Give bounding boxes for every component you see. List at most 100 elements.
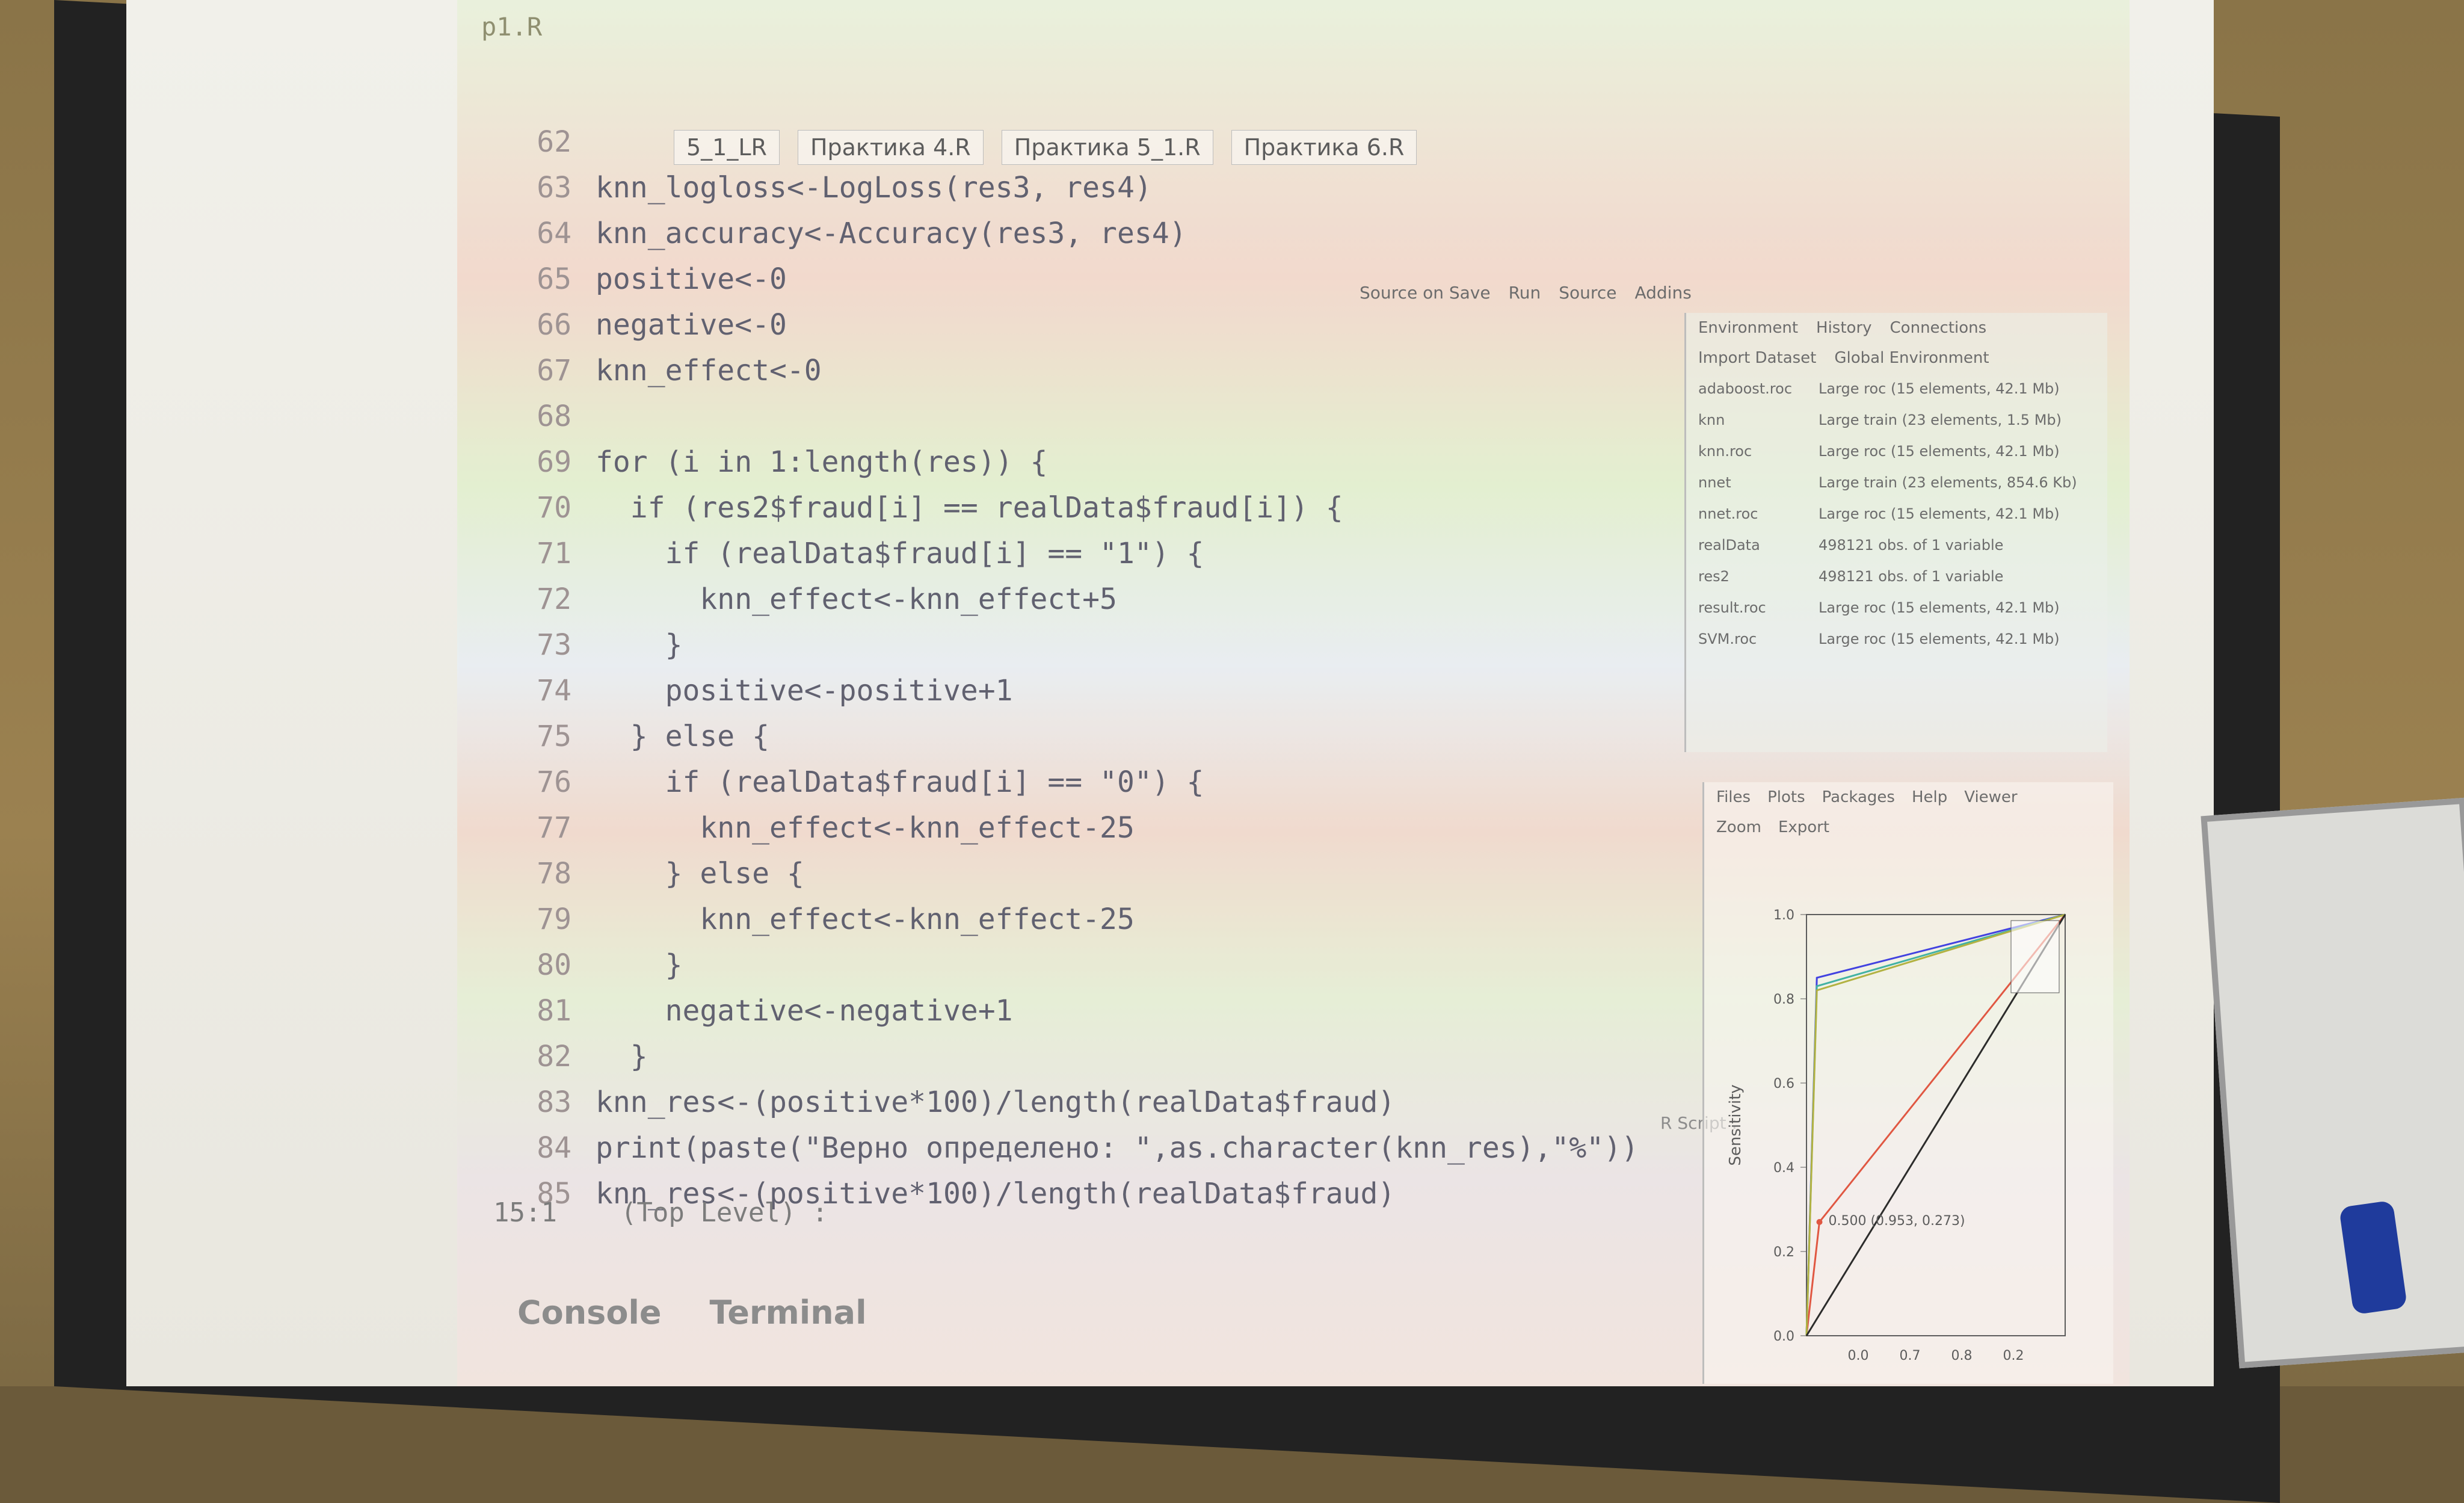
code-line[interactable]: 80 } xyxy=(457,943,683,987)
line-number: 78 xyxy=(537,857,571,890)
environment-row[interactable]: nnet.roc Large roc (15 elements, 42.1 Mb) xyxy=(1686,498,2107,529)
code-line[interactable]: 62 xyxy=(457,120,596,164)
code-line[interactable]: 75 } else { xyxy=(457,715,769,758)
line-number: 72 xyxy=(537,582,571,616)
line-number: 71 xyxy=(537,537,571,570)
environment-row[interactable]: adaboost.roc Large roc (15 elements, 42.1… xyxy=(1686,373,2107,404)
variable-name: nnet.roc xyxy=(1698,505,1758,522)
line-number: 76 xyxy=(537,765,571,799)
tab-packages[interactable]: Packages xyxy=(1822,788,1895,806)
code-text: knn_res<-(positive*100)/length(realData$… xyxy=(596,1085,1396,1119)
code-text: knn_accuracy<-Accuracy(res3, res4) xyxy=(596,217,1187,250)
code-line[interactable]: 79 knn_effect<-knn_effect-25 xyxy=(457,898,1135,941)
y-axis-label: Sensitivity xyxy=(1726,1084,1745,1165)
tab-files[interactable]: Files xyxy=(1716,788,1751,806)
code-text: knn_effect<-knn_effect+5 xyxy=(596,582,1117,616)
code-text: } xyxy=(596,948,683,982)
line-number: 81 xyxy=(537,994,571,1028)
code-text: positive<-positive+1 xyxy=(596,674,1013,708)
tab-history[interactable]: History xyxy=(1816,319,1872,337)
code-line[interactable]: 70 if (res2$fraud[i] == realData$fraud[i… xyxy=(457,486,1343,529)
annotation-label: 0.500 (0.953, 0.273) xyxy=(1829,1214,1965,1229)
variable-value: Large roc (15 elements, 42.1 Mb) xyxy=(1819,380,2060,397)
line-number: 75 xyxy=(537,720,571,753)
environment-row[interactable]: knn.roc Large roc (15 elements, 42.1 Mb) xyxy=(1686,436,2107,467)
environment-row[interactable]: SVM.roc Large roc (15 elements, 42.1 Mb) xyxy=(1686,623,2107,655)
line-number: 77 xyxy=(537,811,571,845)
code-line[interactable]: 74 positive<-positive+1 xyxy=(457,669,1013,712)
code-text: positive<-0 xyxy=(596,262,787,296)
y-tick-label: 0.0 xyxy=(1773,1329,1794,1344)
code-line[interactable]: 63 knn_logloss<-LogLoss(res3, res4) xyxy=(457,166,1152,209)
variable-value: 498121 obs. of 1 variable xyxy=(1819,537,2004,554)
line-number: 67 xyxy=(537,354,571,387)
line-number: 80 xyxy=(537,948,571,982)
code-line[interactable]: 64 knn_accuracy<-Accuracy(res3, res4) xyxy=(457,212,1187,255)
zoom-button[interactable]: Zoom xyxy=(1716,818,1761,836)
rstudio-window: p1.R 5_1_LR Практика 4.R Практика 5_1.R … xyxy=(457,0,2130,1386)
code-text: negative<-negative+1 xyxy=(596,994,1013,1028)
line-number: 73 xyxy=(537,628,571,662)
variable-value: Large roc (15 elements, 42.1 Mb) xyxy=(1819,599,2060,616)
environment-row[interactable]: nnet Large train (23 elements, 854.6 Kb) xyxy=(1686,467,2107,498)
import-dataset-button[interactable]: Import Dataset xyxy=(1698,349,1816,367)
line-number: 70 xyxy=(537,491,571,525)
code-line[interactable]: 72 knn_effect<-knn_effect+5 xyxy=(457,578,1117,621)
environment-list: adaboost.roc Large roc (15 elements, 42.1… xyxy=(1686,373,2107,655)
global-environment-dropdown[interactable]: Global Environment xyxy=(1834,349,1989,367)
scope-indicator[interactable]: (Top Level) : xyxy=(621,1197,828,1228)
whiteboard xyxy=(2201,797,2464,1369)
code-line[interactable]: 81 negative<-negative+1 xyxy=(457,989,1013,1032)
code-line[interactable]: 82 } xyxy=(457,1035,648,1078)
code-text: } else { xyxy=(596,720,769,753)
code-line[interactable]: 69 for (i in 1:length(res)) { xyxy=(457,440,1047,484)
variable-name: res2 xyxy=(1698,568,1729,585)
variable-value: Large roc (15 elements, 42.1 Mb) xyxy=(1819,505,2060,522)
variable-value: Large train (23 elements, 1.5 Mb) xyxy=(1819,412,2062,428)
export-button[interactable]: Export xyxy=(1778,818,1829,836)
tab-help[interactable]: Help xyxy=(1912,788,1947,806)
code-line[interactable]: 78 } else { xyxy=(457,852,804,895)
tab-viewer[interactable]: Viewer xyxy=(1964,788,2017,806)
editor-statusbar: 15:1 (Top Level) : xyxy=(493,1197,828,1228)
variable-name: knn xyxy=(1698,412,1725,428)
code-line[interactable]: 71 if (realData$fraud[i] == "1") { xyxy=(457,532,1204,575)
line-number: 82 xyxy=(537,1040,571,1073)
tab-console[interactable]: Console xyxy=(517,1294,662,1332)
variable-value: 498121 obs. of 1 variable xyxy=(1819,568,2004,585)
environment-row[interactable]: result.roc Large roc (15 elements, 42.1 M… xyxy=(1686,592,2107,623)
code-text: knn_effect<-knn_effect-25 xyxy=(596,811,1135,845)
window-title: p1.R xyxy=(481,12,543,42)
code-text: print(paste("Верно определено: ",as.char… xyxy=(596,1131,1639,1165)
code-line[interactable]: 83 knn_res<-(positive*100)/length(realDat… xyxy=(457,1081,1395,1124)
code-line[interactable]: 77 knn_effect<-knn_effect-25 xyxy=(457,806,1135,850)
environment-row[interactable]: knn Large train (23 elements, 1.5 Mb) xyxy=(1686,404,2107,436)
tab-terminal[interactable]: Terminal xyxy=(710,1294,867,1332)
code-line[interactable]: 65 positive<-0 xyxy=(457,258,787,301)
code-text: if (realData$fraud[i] == "0") { xyxy=(596,765,1204,799)
environment-row[interactable]: res2 498121 obs. of 1 variable xyxy=(1686,561,2107,592)
code-line[interactable]: 76 if (realData$fraud[i] == "0") { xyxy=(457,761,1204,804)
code-line[interactable]: 84 print(paste("Верно определено: ",as.ch… xyxy=(457,1126,1639,1170)
tab-plots[interactable]: Plots xyxy=(1767,788,1805,806)
variable-name: adaboost.roc xyxy=(1698,380,1793,397)
y-tick-label: 0.4 xyxy=(1773,1161,1794,1176)
code-line[interactable]: 66 negative<-0 xyxy=(457,303,787,347)
line-number: 63 xyxy=(537,171,571,205)
code-line[interactable]: 73 } xyxy=(457,623,682,667)
code-line[interactable]: 68 xyxy=(457,395,596,438)
variable-name: SVM.roc xyxy=(1698,631,1757,647)
code-text: } else { xyxy=(596,857,804,890)
code-text: knn_effect<-knn_effect-25 xyxy=(596,903,1135,936)
tab-environment[interactable]: Environment xyxy=(1698,319,1798,337)
environment-row[interactable]: realData 498121 obs. of 1 variable xyxy=(1686,529,2107,561)
tab-connections[interactable]: Connections xyxy=(1890,319,1987,337)
legend-box xyxy=(2010,920,2060,993)
code-line[interactable]: 67 knn_effect<-0 xyxy=(457,349,821,392)
code-text: for (i in 1:length(res)) { xyxy=(596,445,1048,479)
variable-name: knn.roc xyxy=(1698,443,1752,460)
code-editor[interactable]: 62 63 knn_logloss<-LogLoss(res3, res4) 64 kn… xyxy=(457,120,1690,1264)
line-number: 74 xyxy=(537,674,571,708)
cursor-position: 15:1 xyxy=(493,1197,557,1228)
code-text: negative<-0 xyxy=(596,308,787,342)
